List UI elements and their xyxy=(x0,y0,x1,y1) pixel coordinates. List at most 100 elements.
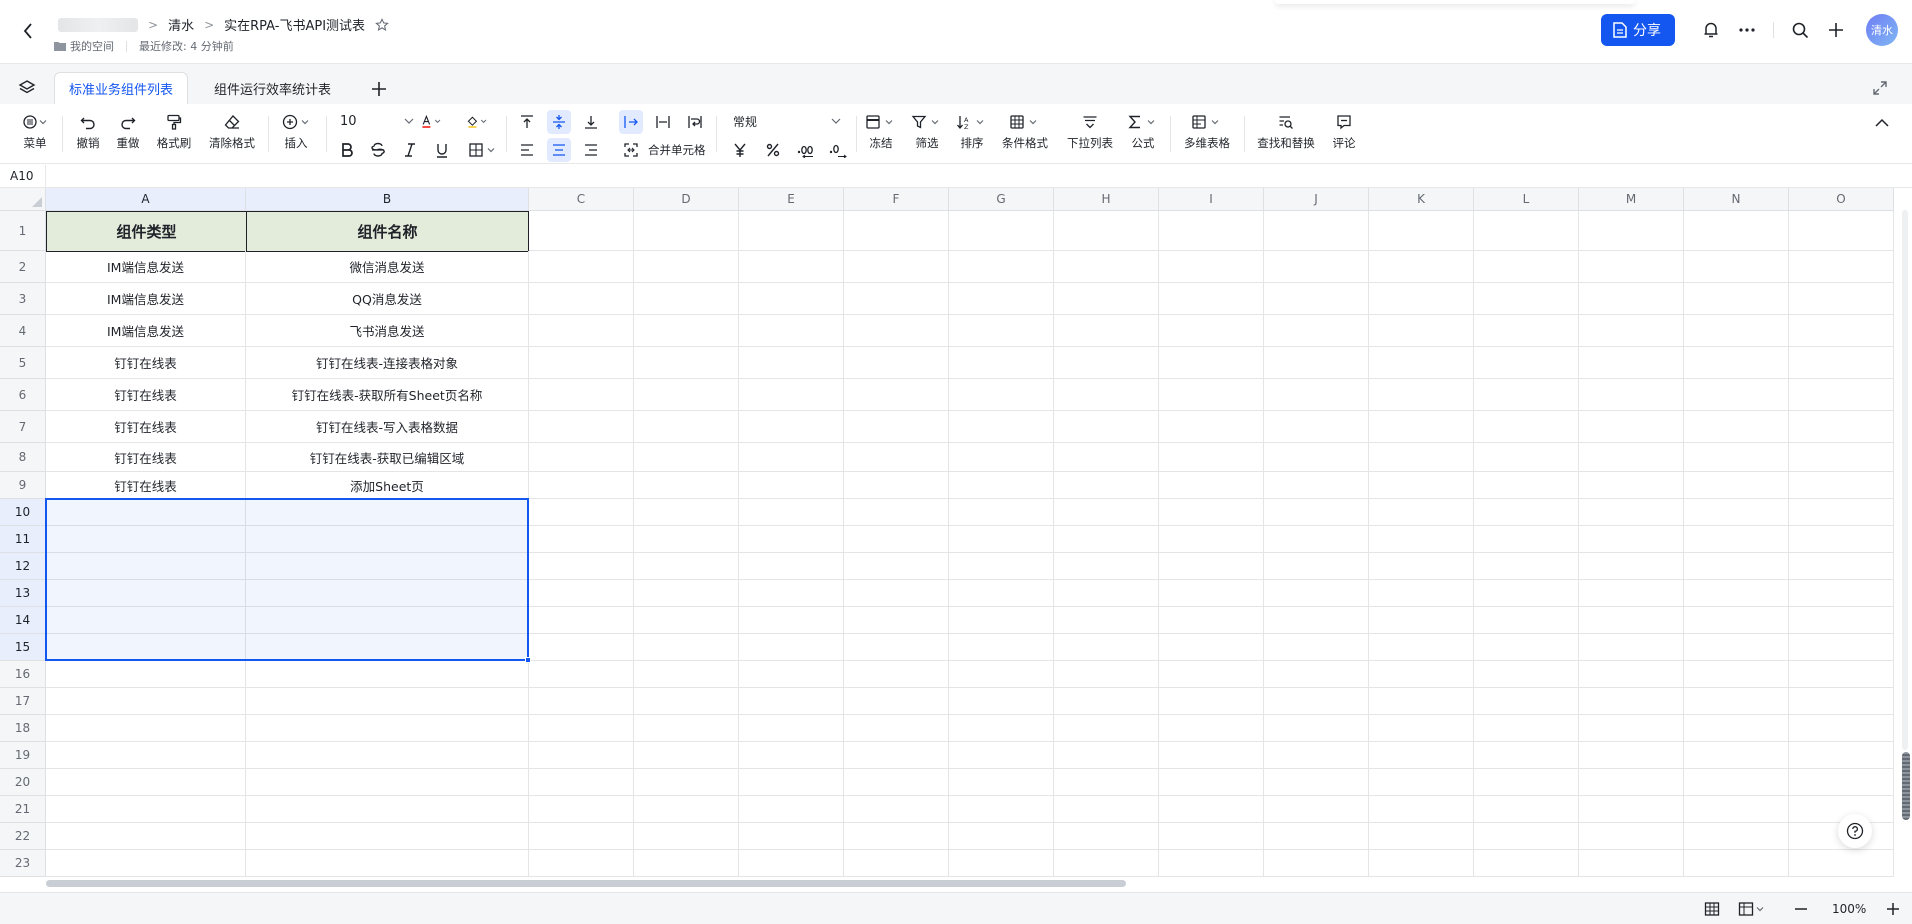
cell-l11[interactable] xyxy=(1474,526,1579,553)
row-header-1[interactable]: 1 xyxy=(0,211,46,251)
cell-n8[interactable] xyxy=(1684,443,1789,472)
wrap-overflow-button[interactable] xyxy=(619,110,643,134)
cell-m19[interactable] xyxy=(1579,742,1684,769)
cell-d1[interactable] xyxy=(634,211,739,251)
cell-k21[interactable] xyxy=(1369,796,1474,823)
cell-c13[interactable] xyxy=(529,580,634,607)
cell-d5[interactable] xyxy=(634,347,739,379)
cell-a16[interactable] xyxy=(46,661,246,688)
table-cell[interactable]: 钉钉在线表 xyxy=(46,472,246,499)
cell-k11[interactable] xyxy=(1369,526,1474,553)
table-cell[interactable]: 添加Sheet页 xyxy=(246,472,529,499)
table-cell[interactable]: 钉钉在线表-写入表格数据 xyxy=(246,411,529,443)
cell-j2[interactable] xyxy=(1264,251,1369,283)
cell-j18[interactable] xyxy=(1264,715,1369,742)
cell-m2[interactable] xyxy=(1579,251,1684,283)
cell-m13[interactable] xyxy=(1579,580,1684,607)
cell-h19[interactable] xyxy=(1054,742,1159,769)
wrap-text-button[interactable] xyxy=(683,110,707,134)
row-header-10[interactable]: 10 xyxy=(0,499,46,526)
cell-g5[interactable] xyxy=(949,347,1054,379)
cell-f15[interactable] xyxy=(844,634,949,661)
table-cell[interactable]: IM端信息发送 xyxy=(46,315,246,347)
align-bottom-button[interactable] xyxy=(579,110,603,134)
cell-g10[interactable] xyxy=(949,499,1054,526)
cell-c19[interactable] xyxy=(529,742,634,769)
cell-d13[interactable] xyxy=(634,580,739,607)
dropdown-list-button[interactable]: 下拉列表 xyxy=(1064,112,1116,151)
cell-d21[interactable] xyxy=(634,796,739,823)
avatar[interactable]: 清水 xyxy=(1866,14,1898,46)
font-color-button[interactable] xyxy=(420,110,444,134)
cell-j13[interactable] xyxy=(1264,580,1369,607)
cell-g13[interactable] xyxy=(949,580,1054,607)
cell-c9[interactable] xyxy=(529,472,634,499)
cell-n9[interactable] xyxy=(1684,472,1789,499)
cell-e12[interactable] xyxy=(739,553,844,580)
cell-f14[interactable] xyxy=(844,607,949,634)
cell-d10[interactable] xyxy=(634,499,739,526)
clear-format-button[interactable]: 清除格式 xyxy=(206,112,258,151)
cell-f5[interactable] xyxy=(844,347,949,379)
cell-m22[interactable] xyxy=(1579,823,1684,850)
table-header-cell[interactable]: 组件类型 xyxy=(46,211,247,252)
cell-c11[interactable] xyxy=(529,526,634,553)
cell-o18[interactable] xyxy=(1789,715,1894,742)
cell-o10[interactable] xyxy=(1789,499,1894,526)
cell-h12[interactable] xyxy=(1054,553,1159,580)
column-header-m[interactable]: M xyxy=(1579,188,1684,211)
cell-f10[interactable] xyxy=(844,499,949,526)
row-header-23[interactable]: 23 xyxy=(0,850,46,877)
cell-e17[interactable] xyxy=(739,688,844,715)
cell-l14[interactable] xyxy=(1474,607,1579,634)
column-header-d[interactable]: D xyxy=(634,188,739,211)
cell-l21[interactable] xyxy=(1474,796,1579,823)
cell-m10[interactable] xyxy=(1579,499,1684,526)
cell-a21[interactable] xyxy=(46,796,246,823)
cell-k4[interactable] xyxy=(1369,315,1474,347)
cell-c7[interactable] xyxy=(529,411,634,443)
row-header-17[interactable]: 17 xyxy=(0,688,46,715)
table-cell[interactable]: 钉钉在线表 xyxy=(46,347,246,379)
row-header-22[interactable]: 22 xyxy=(0,823,46,850)
cell-k14[interactable] xyxy=(1369,607,1474,634)
cell-j6[interactable] xyxy=(1264,379,1369,411)
column-header-b[interactable]: B xyxy=(246,188,529,211)
cell-f6[interactable] xyxy=(844,379,949,411)
cell-g18[interactable] xyxy=(949,715,1054,742)
cell-h6[interactable] xyxy=(1054,379,1159,411)
cell-j22[interactable] xyxy=(1264,823,1369,850)
cell-f8[interactable] xyxy=(844,443,949,472)
cell-n7[interactable] xyxy=(1684,411,1789,443)
row-header-2[interactable]: 2 xyxy=(0,251,46,283)
freeze-button[interactable]: 冻结 xyxy=(864,112,898,151)
cell-k13[interactable] xyxy=(1369,580,1474,607)
merge-cells-button[interactable] xyxy=(619,138,643,162)
cell-o3[interactable] xyxy=(1789,283,1894,315)
cell-k15[interactable] xyxy=(1369,634,1474,661)
cell-g17[interactable] xyxy=(949,688,1054,715)
cell-m14[interactable] xyxy=(1579,607,1684,634)
cell-l9[interactable] xyxy=(1474,472,1579,499)
table-cell[interactable]: 钉钉在线表 xyxy=(46,411,246,443)
cell-g11[interactable] xyxy=(949,526,1054,553)
cell-k10[interactable] xyxy=(1369,499,1474,526)
cell-o13[interactable] xyxy=(1789,580,1894,607)
cell-n13[interactable] xyxy=(1684,580,1789,607)
column-header-g[interactable]: G xyxy=(949,188,1054,211)
cell-d3[interactable] xyxy=(634,283,739,315)
cell-e10[interactable] xyxy=(739,499,844,526)
help-button[interactable] xyxy=(1838,814,1872,848)
cell-h14[interactable] xyxy=(1054,607,1159,634)
cell-e1[interactable] xyxy=(739,211,844,251)
cell-b18[interactable] xyxy=(246,715,529,742)
cell-n18[interactable] xyxy=(1684,715,1789,742)
cell-o20[interactable] xyxy=(1789,769,1894,796)
cell-a18[interactable] xyxy=(46,715,246,742)
cell-o8[interactable] xyxy=(1789,443,1894,472)
cell-f12[interactable] xyxy=(844,553,949,580)
cell-a22[interactable] xyxy=(46,823,246,850)
cell-n1[interactable] xyxy=(1684,211,1789,251)
cell-d6[interactable] xyxy=(634,379,739,411)
cell-k1[interactable] xyxy=(1369,211,1474,251)
